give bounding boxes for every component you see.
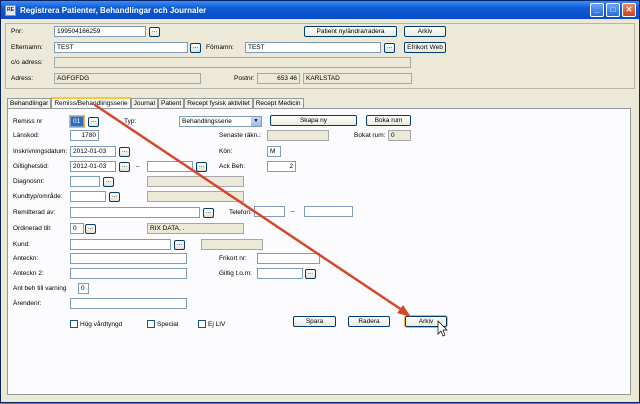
mouse-cursor-icon (437, 320, 448, 337)
annotation-arrow-overlay (93, 103, 448, 337)
annotation-arrow-line (93, 103, 407, 314)
main-window: RE Registrera Patienter, Behandlingar oc… (0, 0, 640, 403)
